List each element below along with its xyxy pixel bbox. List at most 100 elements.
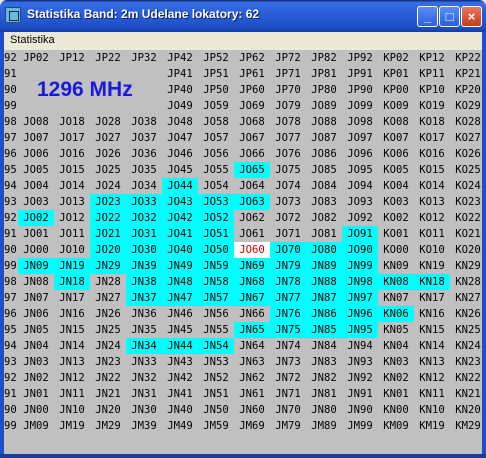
locator-jo08[interactable]: JO08 — [18, 114, 54, 130]
locator-jn64[interactable]: JN64 — [234, 338, 270, 354]
locator-jn48[interactable]: JN48 — [162, 274, 198, 290]
locator-kn16[interactable]: KN16 — [414, 306, 450, 322]
locator-jn72[interactable]: JN72 — [270, 370, 306, 386]
locator-jo53[interactable]: JO53 — [198, 194, 234, 210]
locator-jo43[interactable]: JO43 — [162, 194, 198, 210]
locator-jo52[interactable]: JO52 — [198, 210, 234, 226]
locator-jn73[interactable]: JN73 — [270, 354, 306, 370]
locator-jo37[interactable]: JO37 — [126, 130, 162, 146]
locator-jp82[interactable]: JP82 — [306, 50, 342, 66]
locator-jo06[interactable]: JO06 — [18, 146, 54, 162]
locator-jo22[interactable]: JO22 — [90, 210, 126, 226]
locator-jp12[interactable]: JP12 — [54, 50, 90, 66]
locator-jo72[interactable]: JO72 — [270, 210, 306, 226]
locator-jo61[interactable]: JO61 — [234, 226, 270, 242]
locator-ko26[interactable]: KO26 — [450, 146, 482, 162]
locator-jo69[interactable]: JO69 — [234, 98, 270, 114]
locator-jo31[interactable]: JO31 — [126, 226, 162, 242]
locator-jo82[interactable]: JO82 — [306, 210, 342, 226]
locator-kn27[interactable]: KN27 — [450, 290, 482, 306]
locator-jn44[interactable]: JN44 — [162, 338, 198, 354]
locator-kn14[interactable]: KN14 — [414, 338, 450, 354]
locator-kn29[interactable]: KN29 — [450, 258, 482, 274]
locator-kp21[interactable]: KP21 — [450, 66, 482, 82]
locator-jm69[interactable]: JM69 — [234, 418, 270, 434]
locator-kn03[interactable]: KN03 — [378, 354, 414, 370]
locator-jo18[interactable]: JO18 — [54, 114, 90, 130]
locator-jn90[interactable]: JN90 — [342, 402, 378, 418]
locator-jo33[interactable]: JO33 — [126, 194, 162, 210]
locator-jn11[interactable]: JN11 — [54, 386, 90, 402]
locator-kn19[interactable]: KN19 — [414, 258, 450, 274]
locator-jo45[interactable]: JO45 — [162, 162, 198, 178]
locator-ko16[interactable]: KO16 — [414, 146, 450, 162]
menu-statistika[interactable]: Statistika — [10, 34, 55, 46]
locator-jn81[interactable]: JN81 — [306, 386, 342, 402]
locator-jo44[interactable]: JO44 — [162, 178, 198, 194]
locator-km09[interactable]: KM09 — [378, 418, 414, 434]
locator-jp71[interactable]: JP71 — [270, 66, 306, 82]
locator-jo92[interactable]: JO92 — [342, 210, 378, 226]
locator-jo76[interactable]: JO76 — [270, 146, 306, 162]
locator-jo80[interactable]: JO80 — [306, 242, 342, 258]
locator-jn42[interactable]: JN42 — [162, 370, 198, 386]
locator-kn13[interactable]: KN13 — [414, 354, 450, 370]
locator-ko23[interactable]: KO23 — [450, 194, 482, 210]
locator-jn75[interactable]: JN75 — [270, 322, 306, 338]
locator-jn29[interactable]: JN29 — [90, 258, 126, 274]
locator-jo46[interactable]: JO46 — [162, 146, 198, 162]
locator-jo11[interactable]: JO11 — [54, 226, 90, 242]
locator-jo56[interactable]: JO56 — [198, 146, 234, 162]
locator-jn19[interactable]: JN19 — [54, 258, 90, 274]
locator-jn32[interactable]: JN32 — [126, 370, 162, 386]
locator-jo51[interactable]: JO51 — [198, 226, 234, 242]
locator-jn74[interactable]: JN74 — [270, 338, 306, 354]
locator-ko02[interactable]: KO02 — [378, 210, 414, 226]
locator-jn53[interactable]: JN53 — [198, 354, 234, 370]
locator-jn77[interactable]: JN77 — [270, 290, 306, 306]
locator-jo13[interactable]: JO13 — [54, 194, 90, 210]
locator-jo12[interactable]: JO12 — [54, 210, 90, 226]
locator-jn38[interactable]: JN38 — [126, 274, 162, 290]
locator-jm29[interactable]: JM29 — [90, 418, 126, 434]
locator-jn95[interactable]: JN95 — [342, 322, 378, 338]
locator-jn93[interactable]: JN93 — [342, 354, 378, 370]
locator-ko06[interactable]: KO06 — [378, 146, 414, 162]
locator-jn00[interactable]: JN00 — [18, 402, 54, 418]
locator-kn20[interactable]: KN20 — [450, 402, 482, 418]
locator-jo57[interactable]: JO57 — [198, 130, 234, 146]
locator-jn16[interactable]: JN16 — [54, 306, 90, 322]
locator-jp32[interactable]: JP32 — [126, 50, 162, 66]
locator-jn24[interactable]: JN24 — [90, 338, 126, 354]
locator-jo01[interactable]: JO01 — [18, 226, 54, 242]
locator-jp52[interactable]: JP52 — [198, 50, 234, 66]
locator-jo58[interactable]: JO58 — [198, 114, 234, 130]
locator-ko14[interactable]: KO14 — [414, 178, 450, 194]
locator-jn17[interactable]: JN17 — [54, 290, 90, 306]
locator-jn26[interactable]: JN26 — [90, 306, 126, 322]
locator-jp02[interactable]: JP02 — [18, 50, 54, 66]
locator-ko19[interactable]: KO19 — [414, 98, 450, 114]
locator-jn98[interactable]: JN98 — [342, 274, 378, 290]
locator-ko20[interactable]: KO20 — [450, 242, 482, 258]
locator-jo32[interactable]: JO32 — [126, 210, 162, 226]
locator-jn12[interactable]: JN12 — [54, 370, 90, 386]
locator-jn57[interactable]: JN57 — [198, 290, 234, 306]
locator-jn07[interactable]: JN07 — [18, 290, 54, 306]
locator-jo26[interactable]: JO26 — [90, 146, 126, 162]
locator-jo66[interactable]: JO66 — [234, 146, 270, 162]
locator-kn02[interactable]: KN02 — [378, 370, 414, 386]
close-button[interactable]: × — [461, 6, 482, 27]
locator-ko17[interactable]: KO17 — [414, 130, 450, 146]
locator-kn12[interactable]: KN12 — [414, 370, 450, 386]
locator-jo94[interactable]: JO94 — [342, 178, 378, 194]
locator-kn01[interactable]: KN01 — [378, 386, 414, 402]
locator-jo78[interactable]: JO78 — [270, 114, 306, 130]
locator-jo63[interactable]: JO63 — [234, 194, 270, 210]
locator-kn04[interactable]: KN04 — [378, 338, 414, 354]
locator-jm09[interactable]: JM09 — [18, 418, 54, 434]
locator-jo98[interactable]: JO98 — [342, 114, 378, 130]
locator-ko18[interactable]: KO18 — [414, 114, 450, 130]
locator-jo70[interactable]: JO70 — [270, 242, 306, 258]
locator-jp41[interactable]: JP41 — [162, 66, 198, 82]
